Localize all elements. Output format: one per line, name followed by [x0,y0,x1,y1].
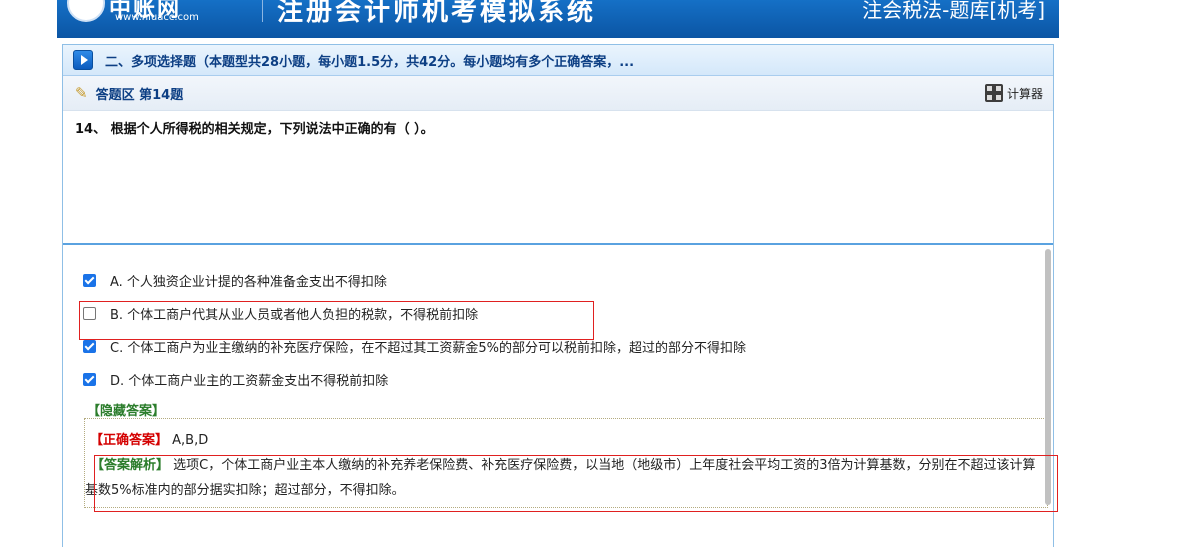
analysis-text: 选项C，个体工商户业主本人缴纳的补充养老保险费、补充医疗保险费，以当地（地级市）… [85,458,1036,498]
question-text: 14、 根据个人所得税的相关规定，下列说法中正确的有（ ）。 [75,122,434,137]
option-a-checkbox[interactable] [83,274,96,287]
option-c-label: C. 个体工商户为业主缴纳的补充医疗保险，在不超过其工资薪金5%的部分可以税前扣… [110,341,746,356]
section-header: 二、多项选择题（本题型共28小题，每小题1.5分，共42分。每小题均有多个正确答… [63,45,1053,76]
option-c[interactable]: C. 个体工商户为业主缴纳的补充医疗保险，在不超过其工资薪金5%的部分可以税前扣… [83,337,746,356]
option-a[interactable]: A. 个人独资企业计提的各种准备金支出不得扣除 [83,271,387,290]
option-b-checkbox[interactable] [83,307,96,320]
answer-area-header: ✎ 答题区 第14题 计算器 [63,76,1053,111]
correct-answer-row: 【正确答案】 A,B,D [90,429,208,448]
logo-icon [67,0,105,22]
analysis-label: 【答案解析】 [91,458,170,473]
calculator-icon [984,84,1003,102]
calculator-label: 计算器 [1006,86,1043,101]
exam-title: 注会税法-题库[机考] [862,0,1045,22]
correct-answer-value: A,B,D [172,433,209,448]
app-banner: 中账网 www.niuacc.com 注册会计师机考模拟系统 注会税法-题库[机… [57,0,1059,38]
option-c-checkbox[interactable] [83,340,96,353]
brand-url: www.niuacc.com [115,12,199,23]
option-d[interactable]: D. 个体工商户业主的工资薪金支出不得税前扣除 [83,370,388,389]
option-d-label: D. 个体工商户业主的工资薪金支出不得税前扣除 [110,374,389,389]
answer-area-label: 答题区 第14题 [95,87,184,103]
option-b-label: B. 个体工商户代其从业人员或者他人负担的税款，不得税前扣除 [110,308,479,323]
play-icon[interactable] [73,50,93,70]
options-area: A. 个人独资企业计提的各种准备金支出不得扣除 B. 个体工商户代其从业人员或者… [63,245,1053,545]
option-d-checkbox[interactable] [83,373,96,386]
correct-answer-label: 【正确答案】 [90,433,169,448]
option-b[interactable]: B. 个体工商户代其从业人员或者他人负担的税款，不得税前扣除 [83,304,478,323]
question-stem: 14、 根据个人所得税的相关规定，下列说法中正确的有（ ）。 [63,111,1053,245]
answer-panel: 【正确答案】 A,B,D 【答案解析】 选项C，个体工商户业主本人缴纳的补充养老… [84,418,1048,508]
vertical-scrollbar[interactable] [1045,249,1051,505]
banner-divider [262,0,263,22]
pencil-icon: ✎ [75,84,88,102]
calculator-button[interactable]: 计算器 [984,84,1043,102]
answer-analysis: 【答案解析】 选项C，个体工商户业主本人缴纳的补充养老保险费、补充医疗保险费，以… [85,453,1047,503]
section-title: 二、多项选择题（本题型共28小题，每小题1.5分，共42分。每小题均有多个正确答… [105,54,635,70]
app-title: 注册会计师机考模拟系统 [277,0,597,27]
hide-answer-link[interactable]: 【隐藏答案】 [87,400,165,419]
option-a-label: A. 个人独资企业计提的各种准备金支出不得扣除 [110,275,387,290]
exam-frame: 二、多项选择题（本题型共28小题，每小题1.5分，共42分。每小题均有多个正确答… [62,44,1054,547]
